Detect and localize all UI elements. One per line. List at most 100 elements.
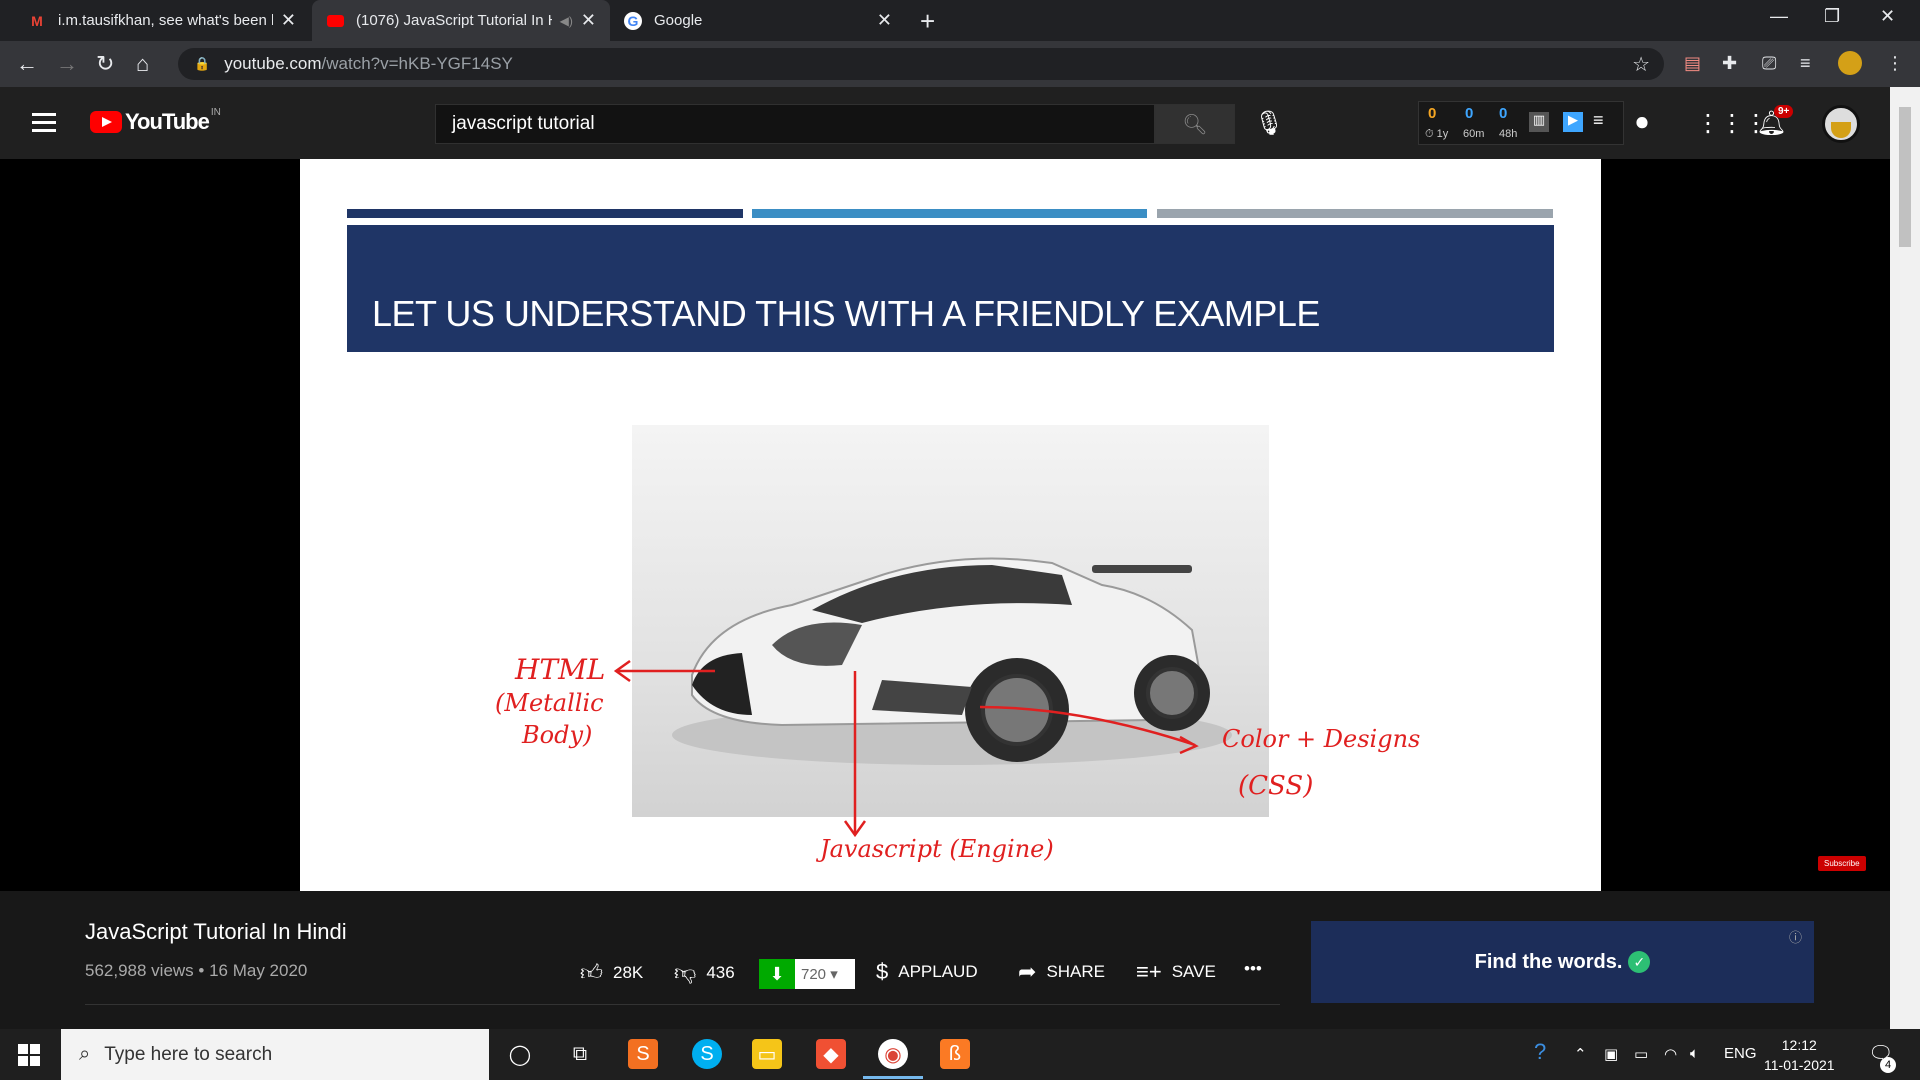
- voice-search-icon[interactable]: 🎙︎: [1254, 109, 1284, 138]
- search-button[interactable]: 🔍︎: [1155, 104, 1235, 144]
- applaud-label: APPLAUD: [898, 962, 978, 981]
- extension-stats-widget[interactable]: 0 0 0 ⏱ 1y 60m 48h ▥ ▶ ≡: [1418, 101, 1624, 145]
- windows-start-icon[interactable]: [18, 1044, 40, 1066]
- minimize-icon[interactable]: —: [1770, 6, 1788, 27]
- clock[interactable]: 12:12 11-01-2021: [1764, 1035, 1835, 1075]
- subscribe-watermark[interactable]: Subscribe: [1818, 856, 1866, 871]
- search-input[interactable]: javascript tutorial: [435, 104, 1155, 144]
- page-scrollbar[interactable]: [1890, 87, 1920, 1029]
- video-player[interactable]: LET US UNDERSTAND THIS WITH A FRIENDLY E…: [0, 159, 1890, 891]
- menu-dots-icon[interactable]: ⋮: [1886, 53, 1904, 74]
- video-info-section: JavaScript Tutorial In Hindi 562,988 vie…: [0, 891, 1920, 1029]
- ad-banner[interactable]: Find the words. ✓ ⓘ: [1311, 921, 1814, 1003]
- cortana-icon[interactable]: ◯: [505, 1039, 535, 1069]
- puzzle-icon[interactable]: ✚: [1722, 53, 1737, 74]
- help-icon[interactable]: ?: [1534, 1039, 1546, 1065]
- youtube-icon: [326, 12, 344, 30]
- tab-youtube[interactable]: (1076) JavaScript Tutorial In H ◀︎) ✕: [312, 0, 610, 41]
- more-actions-button[interactable]: •••: [1244, 959, 1262, 979]
- file-explorer-icon[interactable]: ▭: [752, 1039, 782, 1069]
- bookmark-star-icon[interactable]: ☆: [1632, 52, 1650, 77]
- device-icon[interactable]: ▣: [1604, 1045, 1618, 1063]
- tab-gmail[interactable]: M i.m.tausifkhan, see what's been h ✕: [14, 0, 310, 41]
- applaud-icon: $: [876, 959, 889, 984]
- applaud-button[interactable]: $ APPLAUD: [876, 959, 978, 985]
- chrome-icon[interactable]: ◉: [878, 1039, 908, 1069]
- logo-text: YouTube: [125, 109, 210, 134]
- tab-google[interactable]: G Google ✕: [610, 0, 906, 41]
- save-button[interactable]: ≡+ SAVE: [1136, 959, 1216, 985]
- close-tab-icon[interactable]: ✕: [281, 10, 296, 31]
- ad-text: Find the words.: [1474, 950, 1623, 973]
- divider: [85, 1004, 1280, 1005]
- share-button[interactable]: ➦ SHARE: [1018, 959, 1105, 985]
- new-tab-button[interactable]: +: [920, 6, 935, 37]
- media-control-icon[interactable]: ≡: [1800, 53, 1811, 74]
- share-icon: ➦: [1018, 959, 1037, 984]
- annotation-html: HTML: [515, 653, 606, 686]
- reload-icon[interactable]: ↻: [96, 51, 114, 77]
- skype-icon[interactable]: S: [692, 1039, 722, 1069]
- hamburger-menu-icon[interactable]: [32, 113, 56, 137]
- stat-count: 0: [1428, 105, 1437, 122]
- like-button[interactable]: 👍︎ 28K: [580, 959, 643, 986]
- close-tab-icon[interactable]: ✕: [581, 10, 596, 31]
- close-tab-icon[interactable]: ✕: [877, 10, 892, 31]
- volume-icon[interactable]: 🔈︎: [1690, 1045, 1699, 1062]
- forward-icon[interactable]: →: [56, 51, 78, 77]
- google-icon: G: [624, 11, 642, 30]
- url-path: /watch?v=hKB-YGF14SY: [321, 54, 513, 73]
- notification-badge: 9+: [1774, 105, 1794, 118]
- avatar[interactable]: [1822, 105, 1860, 143]
- more-icon: •••: [1244, 959, 1262, 978]
- save-label: SAVE: [1171, 962, 1216, 981]
- url-host: youtube.com: [224, 54, 322, 73]
- home-icon[interactable]: ⌂: [136, 51, 149, 77]
- language-indicator[interactable]: ENG: [1724, 1045, 1757, 1062]
- quality-select[interactable]: 720 ▾: [795, 959, 855, 989]
- like-count: 28K: [613, 962, 644, 982]
- restore-icon[interactable]: ❐: [1824, 6, 1840, 27]
- list-icon[interactable]: ≡: [1593, 110, 1604, 131]
- active-app-indicator: [863, 1076, 923, 1079]
- create-video-icon[interactable]: ⏺︎: [1636, 109, 1648, 137]
- thumbs-up-icon: 👍︎: [580, 960, 603, 985]
- info-icon[interactable]: ⓘ: [1789, 927, 1802, 946]
- cast-icon[interactable]: ⎚: [1762, 53, 1776, 74]
- video-meta: 562,988 views • 16 May 2020: [85, 961, 308, 980]
- xampp-icon[interactable]: ß: [940, 1039, 970, 1069]
- extension-icon[interactable]: ▤: [1684, 53, 1701, 74]
- chevron-up-icon[interactable]: ⌃: [1574, 1045, 1587, 1063]
- stat-label: 1y: [1436, 128, 1449, 140]
- tab-title: Google: [654, 12, 703, 29]
- download-widget[interactable]: ⬇ 720 ▾: [759, 959, 855, 989]
- youtube-logo[interactable]: YouTube IN: [90, 106, 221, 135]
- browser-toolbar: ← → ↻ ⌂ 🔒 youtube.com/watch?v=hKB-YGF14S…: [0, 41, 1920, 87]
- youtube-header: YouTube IN javascript tutorial 🔍︎ 🎙︎ 0 0…: [0, 87, 1920, 159]
- scrollbar-thumb[interactable]: [1899, 107, 1911, 247]
- thumbs-down-icon: 👎︎: [674, 960, 697, 985]
- address-bar[interactable]: 🔒 youtube.com/watch?v=hKB-YGF14SY ☆: [178, 48, 1664, 80]
- annotation-arrows: [613, 659, 1199, 838]
- sublime-text-icon[interactable]: S: [628, 1039, 658, 1069]
- git-icon[interactable]: ◆: [816, 1039, 846, 1069]
- close-window-icon[interactable]: ✕: [1880, 6, 1895, 27]
- download-arrow-icon[interactable]: ⬇: [759, 959, 795, 989]
- annotation-css-detail: (CSS): [1238, 771, 1314, 801]
- region-code: IN: [210, 106, 221, 118]
- notification-count: 4: [1880, 1057, 1896, 1073]
- bar-chart-icon[interactable]: ▥: [1529, 112, 1549, 132]
- dislike-button[interactable]: 👎︎ 436: [674, 959, 735, 986]
- mute-tab-icon[interactable]: ◀︎): [560, 14, 573, 28]
- taskbar-search-input[interactable]: ⌕ Type here to search: [61, 1029, 489, 1080]
- windows-taskbar: ⌕ Type here to search ◯ ⧉ S S ▭ ◆ ◉ ß ? …: [0, 1029, 1920, 1080]
- battery-icon[interactable]: ▭: [1634, 1045, 1648, 1063]
- clock-date: 11-01-2021: [1764, 1057, 1835, 1073]
- extension-play-icon[interactable]: ▶: [1563, 112, 1583, 132]
- back-icon[interactable]: ←: [16, 51, 38, 77]
- tab-title: (1076) JavaScript Tutorial In H: [356, 12, 552, 29]
- task-view-icon[interactable]: ⧉: [565, 1039, 595, 1069]
- profile-avatar[interactable]: [1838, 51, 1862, 75]
- wifi-icon[interactable]: ◠: [1664, 1045, 1677, 1063]
- browser-tabstrip: M i.m.tausifkhan, see what's been h ✕ (1…: [0, 0, 1920, 41]
